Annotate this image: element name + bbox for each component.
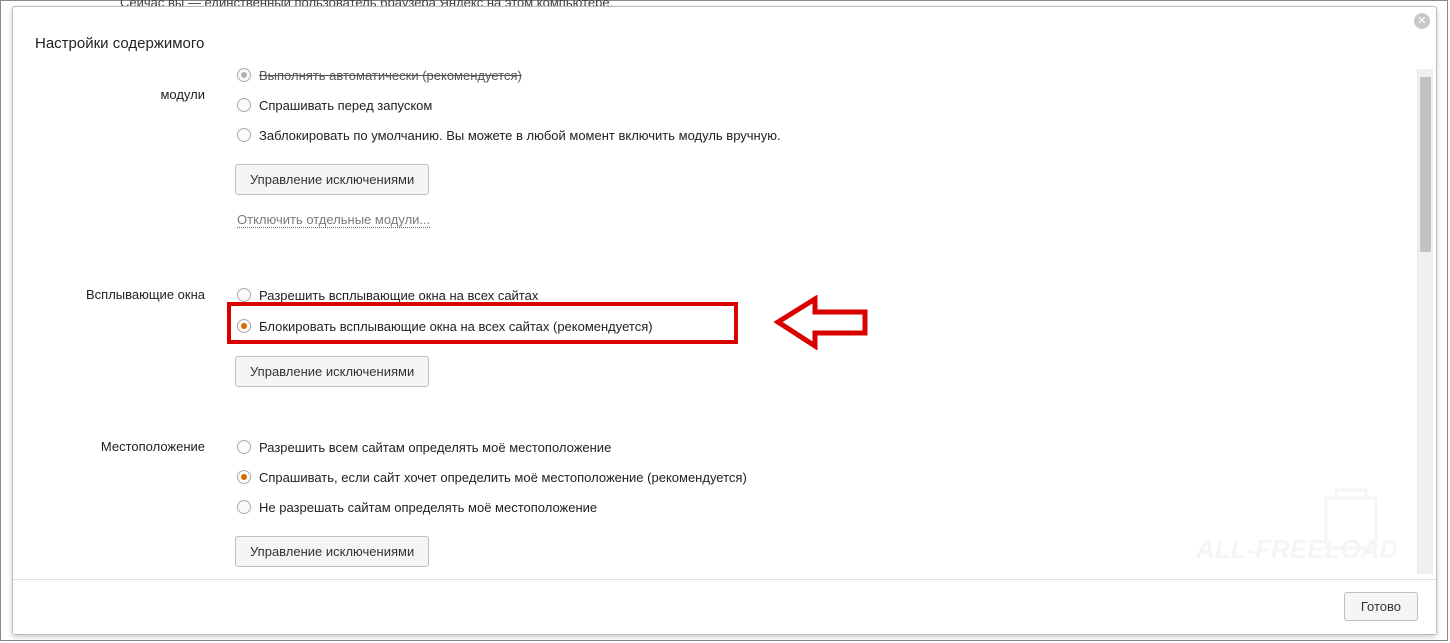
radio-icon	[237, 500, 251, 514]
radio-icon	[237, 470, 251, 484]
radio-icon	[237, 68, 251, 82]
section-label-popups: Всплывающие окна	[13, 287, 205, 302]
modules-disable-link[interactable]: Отключить отдельные модули...	[237, 212, 430, 227]
location-opt-allow[interactable]: Разрешить всем сайтам определять моё мес…	[237, 438, 611, 456]
radio-icon	[237, 98, 251, 112]
section-label-modules: Подключаемые модули	[13, 71, 205, 103]
red-highlight-box	[227, 302, 738, 344]
radio-icon	[237, 128, 251, 142]
section-label-location: Местоположение	[13, 439, 205, 454]
red-arrow-icon	[773, 295, 873, 350]
modules-exceptions-button[interactable]: Управление исключениями	[235, 164, 429, 195]
close-icon[interactable]: ✕	[1414, 13, 1430, 29]
scrollbar-thumb[interactable]	[1420, 77, 1431, 252]
popups-opt-allow-label: Разрешить всплывающие окна на всех сайта…	[259, 288, 538, 303]
location-opt-deny-label: Не разрешать сайтам определять моё место…	[259, 500, 597, 515]
location-opt-allow-label: Разрешить всем сайтам определять моё мес…	[259, 440, 611, 455]
modules-opt-ask-label: Спрашивать перед запуском	[259, 98, 432, 113]
scrollbar-track[interactable]	[1417, 69, 1433, 574]
location-opt-ask-label: Спрашивать, если сайт хочет определить м…	[259, 470, 747, 485]
dialog-scroll-area: Подключаемые модули Выполнять автоматиче…	[13, 63, 1436, 574]
content-settings-dialog: Настройки содержимого ✕ Подключаемые мод…	[12, 6, 1437, 635]
dialog-title: Настройки содержимого	[35, 35, 204, 52]
location-opt-deny[interactable]: Не разрешать сайтам определять моё место…	[237, 498, 597, 516]
modules-opt-block-label: Заблокировать по умолчанию. Вы можете в …	[259, 128, 781, 143]
radio-icon	[237, 288, 251, 302]
dialog-footer: Готово	[13, 579, 1436, 634]
modules-opt-block[interactable]: Заблокировать по умолчанию. Вы можете в …	[237, 126, 781, 144]
popups-exceptions-button[interactable]: Управление исключениями	[235, 356, 429, 387]
radio-icon	[237, 440, 251, 454]
modules-opt-auto[interactable]: Выполнять автоматически (рекомендуется)	[237, 66, 522, 84]
modules-opt-ask[interactable]: Спрашивать перед запуском	[237, 96, 432, 114]
modules-opt-auto-label: Выполнять автоматически (рекомендуется)	[259, 68, 522, 83]
location-opt-ask[interactable]: Спрашивать, если сайт хочет определить м…	[237, 468, 747, 486]
done-button[interactable]: Готово	[1344, 592, 1418, 621]
location-exceptions-button[interactable]: Управление исключениями	[235, 536, 429, 567]
